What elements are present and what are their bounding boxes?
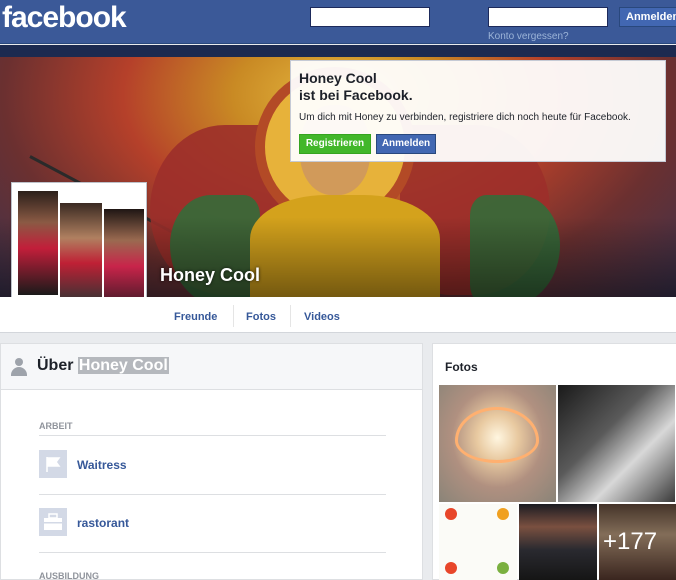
work-item-rastorant[interactable]: rastorant xyxy=(77,516,129,530)
photos-card: Fotos +177 xyxy=(432,343,676,580)
divider xyxy=(39,435,386,436)
divider xyxy=(39,494,386,495)
register-button[interactable]: Registrieren xyxy=(299,134,371,154)
work-section-label: ARBEIT xyxy=(39,421,73,431)
photo-thumbnail-card[interactable] xyxy=(439,504,517,580)
tab-divider xyxy=(233,305,234,327)
profile-photo-2 xyxy=(60,203,102,303)
tab-friends[interactable]: Freunde xyxy=(174,297,217,333)
person-icon xyxy=(11,358,27,376)
flag-icon xyxy=(39,450,67,478)
forgot-account-link[interactable]: Konto vergessen? xyxy=(488,31,569,42)
about-title-prefix: Über xyxy=(37,357,74,374)
about-card: Über Honey Cool ARBEIT Waitress rastoran… xyxy=(0,343,423,580)
cover-frame xyxy=(0,45,676,57)
education-section-label: AUSBILDUNG xyxy=(39,571,99,580)
photo-thumbnail-more[interactable]: +177 xyxy=(599,504,676,580)
more-photos-count[interactable]: +177 xyxy=(603,528,657,556)
photo-thumbnail-portrait[interactable] xyxy=(558,385,675,502)
about-header: Über Honey Cool xyxy=(1,344,422,390)
top-navigation-bar: facebook Anmelden Konto vergessen? xyxy=(0,0,676,44)
tab-photos[interactable]: Fotos xyxy=(246,297,276,333)
divider xyxy=(39,552,386,553)
photo-thumbnail-selfie[interactable] xyxy=(519,504,597,580)
tab-videos[interactable]: Videos xyxy=(304,297,340,333)
about-title-name[interactable]: Honey Cool xyxy=(77,357,169,374)
about-title: Über Honey Cool xyxy=(37,357,169,375)
profile-tab-bar: Freunde Fotos Videos xyxy=(0,297,676,333)
photos-title[interactable]: Fotos xyxy=(445,360,478,374)
briefcase-icon xyxy=(39,508,67,536)
email-input[interactable] xyxy=(310,7,430,27)
photo-thumbnail-candles[interactable] xyxy=(439,385,556,502)
password-input[interactable] xyxy=(488,7,608,27)
profile-photo-1 xyxy=(18,191,58,295)
facebook-logo[interactable]: facebook xyxy=(2,1,127,35)
prompt-text: Um dich mit Honey zu verbinden, registri… xyxy=(299,112,631,123)
profile-picture-collage xyxy=(16,187,144,313)
prompt-title-name: Honey Cool xyxy=(299,70,377,86)
signup-prompt: Honey Cool ist bei Facebook. Um dich mit… xyxy=(290,60,666,162)
prompt-login-button[interactable]: Anmelden xyxy=(376,134,436,154)
prompt-title-subtitle: ist bei Facebook. xyxy=(299,87,413,103)
header-login-button[interactable]: Anmelden xyxy=(619,7,676,27)
work-item-waitress[interactable]: Waitress xyxy=(77,458,127,472)
profile-name[interactable]: Honey Cool xyxy=(160,265,260,286)
prompt-title: Honey Cool ist bei Facebook. xyxy=(299,70,413,104)
tab-divider xyxy=(290,305,291,327)
